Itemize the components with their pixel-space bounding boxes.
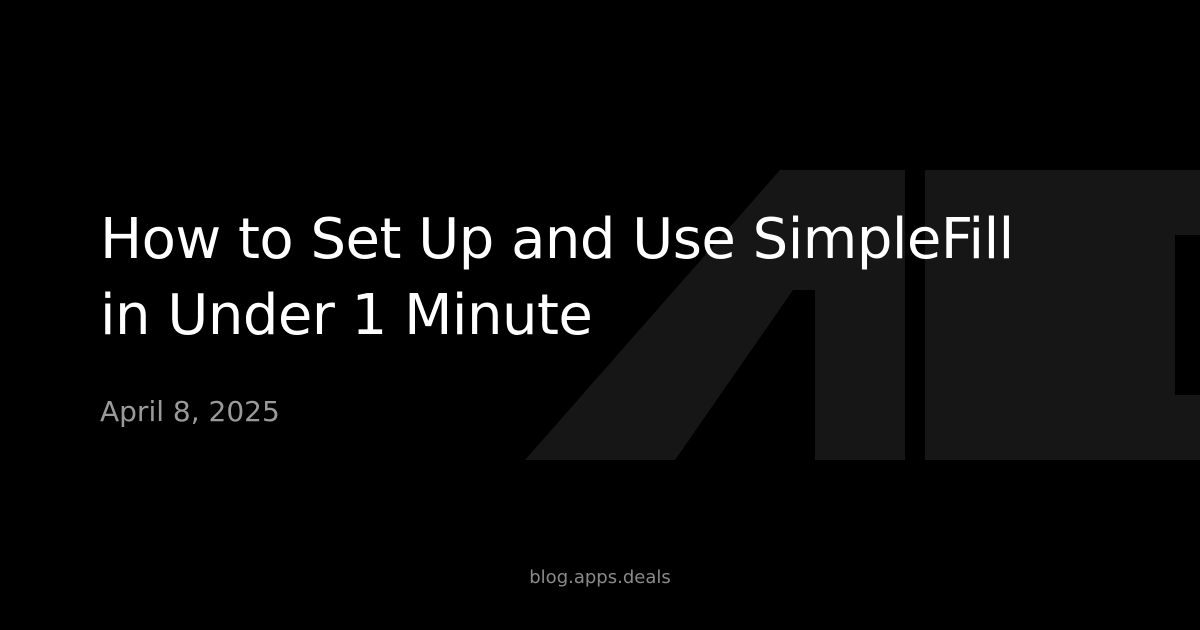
og-card: How to Set Up and Use SimpleFill in Unde… bbox=[0, 0, 1200, 630]
post-title-line-2: in Under 1 Minute bbox=[100, 283, 593, 348]
site-domain: blog.apps.deals bbox=[529, 567, 671, 588]
post-date: April 8, 2025 bbox=[100, 395, 280, 428]
post-title-line-1: How to Set Up and Use SimpleFill bbox=[100, 207, 1014, 272]
post-title: How to Set Up and Use SimpleFill in Unde… bbox=[100, 202, 1120, 354]
